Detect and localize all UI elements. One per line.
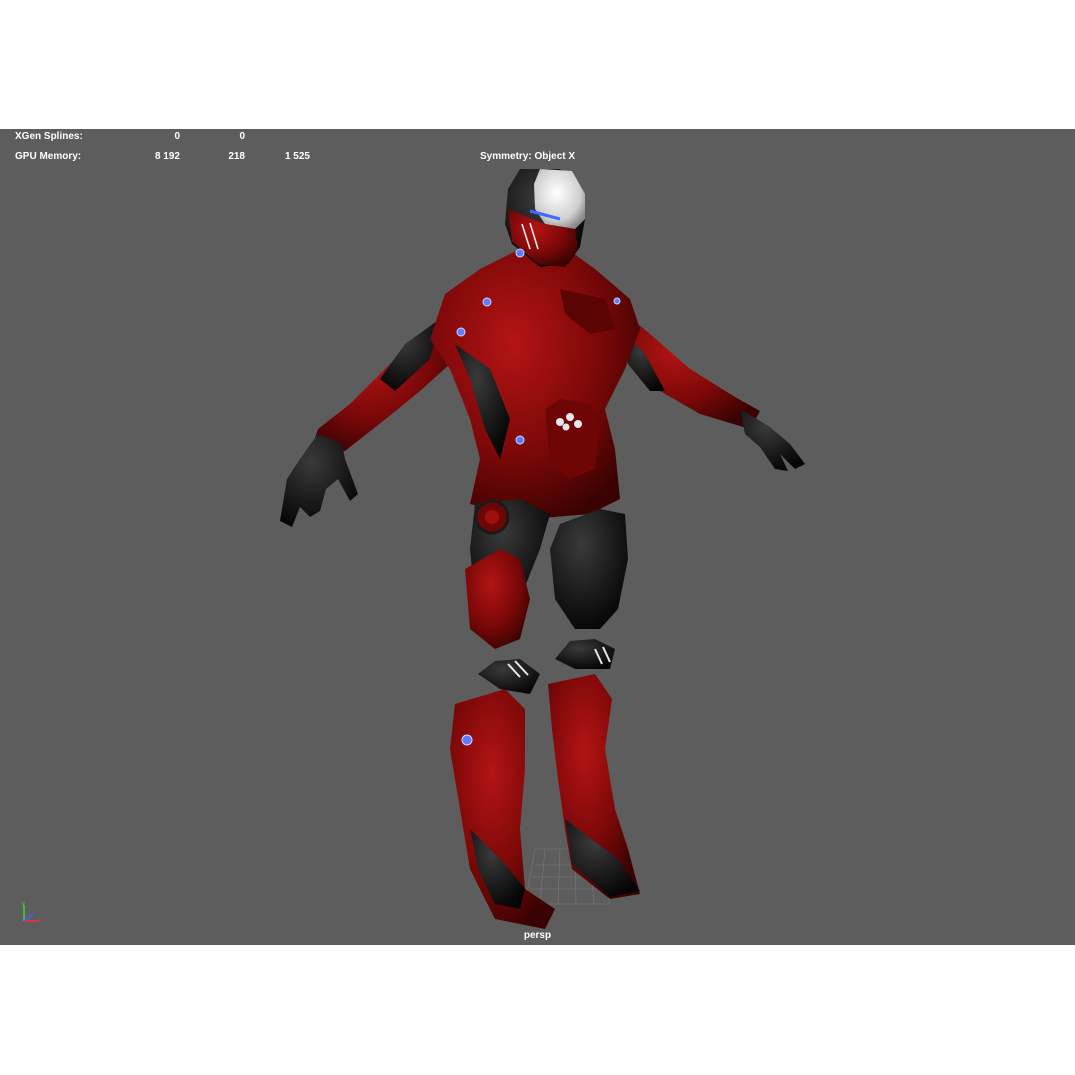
axis-z-label: z	[32, 911, 35, 917]
legs	[450, 499, 640, 929]
maya-3d-viewport[interactable]: XGen Splines: 0 0 GPU Memory: 8 192 218 …	[0, 129, 1075, 945]
axis-gizmo-icon: y z x	[22, 901, 41, 924]
left-arm	[280, 309, 455, 527]
axis-x-label: x	[38, 918, 41, 924]
torso	[430, 249, 640, 519]
robot-armor-model[interactable]	[0, 129, 1075, 945]
right-arm	[620, 309, 805, 471]
axis-y-label: y	[22, 901, 25, 907]
camera-name-label: persp	[523, 930, 552, 941]
